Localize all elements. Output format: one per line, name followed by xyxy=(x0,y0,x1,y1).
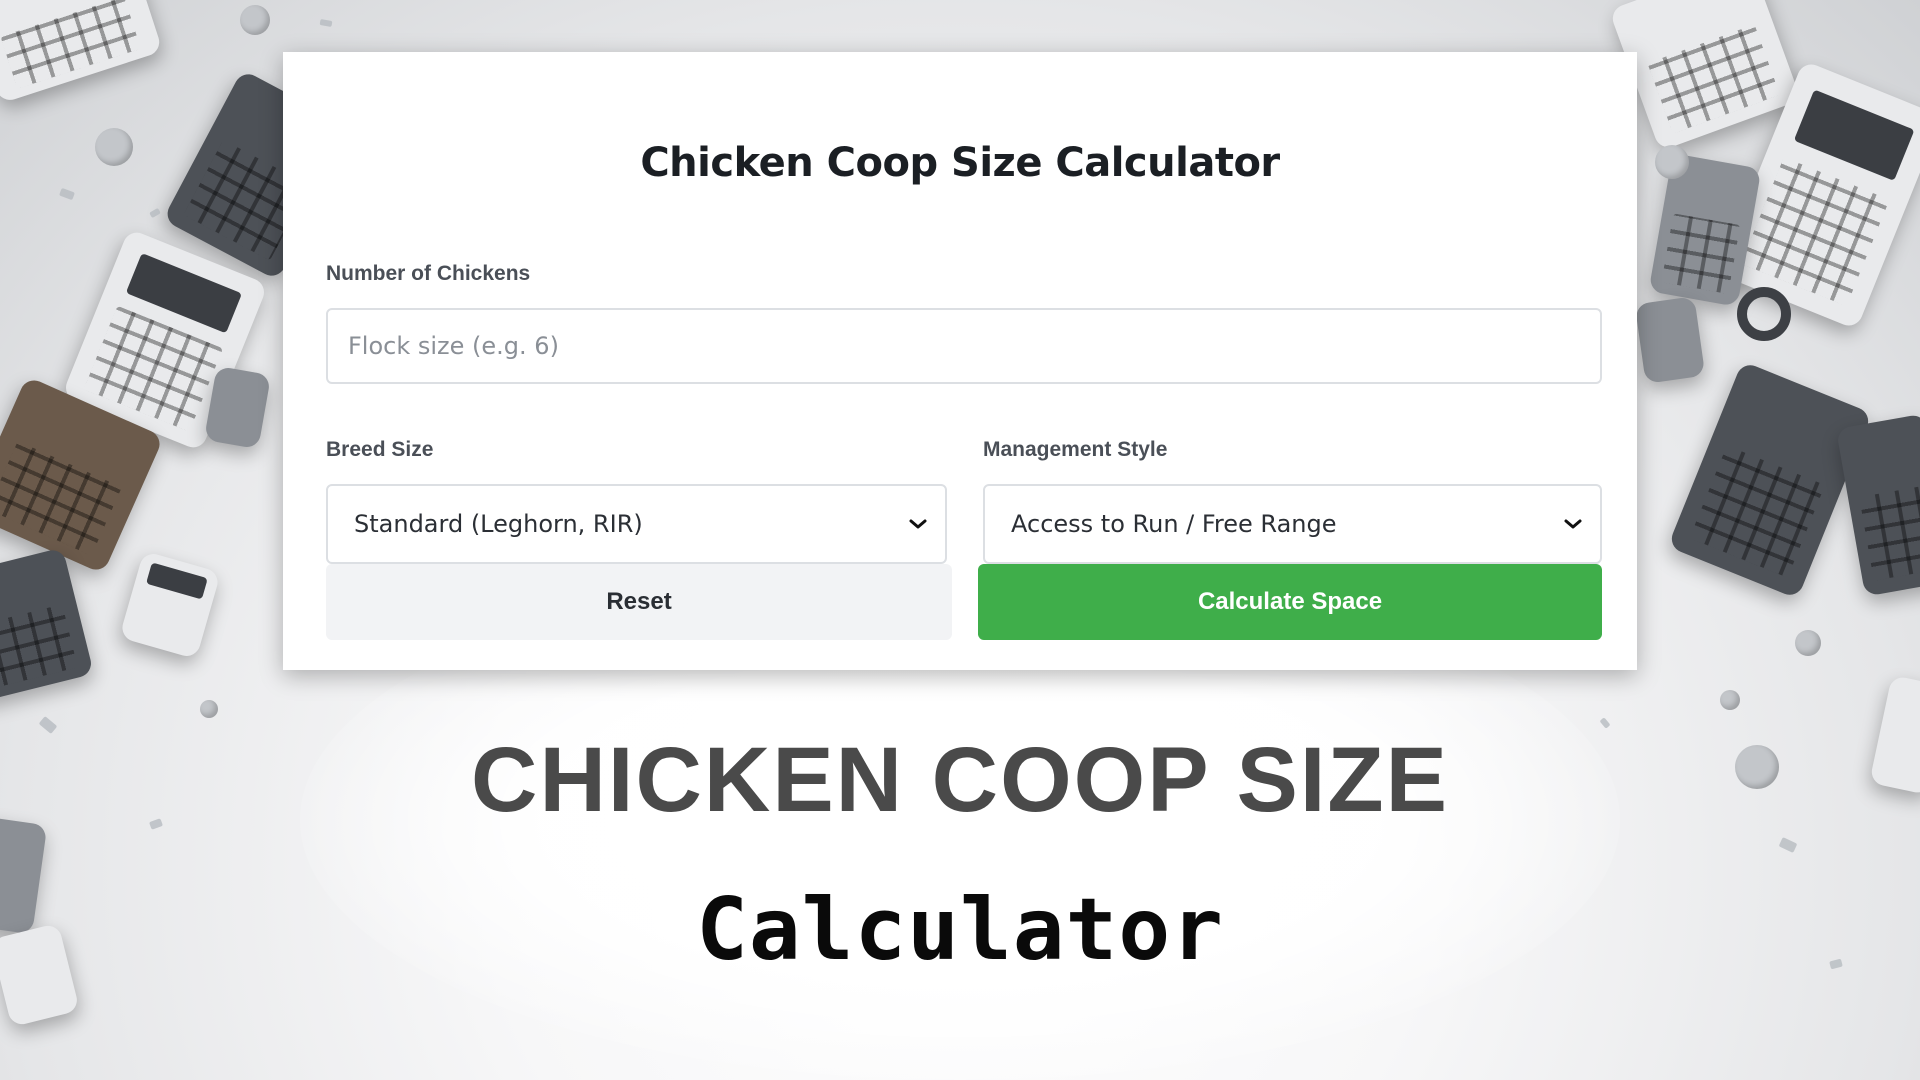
calculator-illustration xyxy=(119,550,221,660)
management-style-label: Management Style xyxy=(983,438,1168,461)
sphere-ornament xyxy=(200,700,218,718)
chevron-down-icon xyxy=(1564,519,1582,529)
calculator-illustration xyxy=(1634,296,1706,384)
calculator-illustration xyxy=(0,547,94,703)
sphere-ornament xyxy=(1655,145,1689,179)
calculator-illustration xyxy=(1667,361,1873,599)
confetti-piece xyxy=(1778,837,1798,853)
reset-button[interactable]: Reset xyxy=(326,564,952,640)
breed-size-select[interactable]: Standard (Leghorn, RIR) xyxy=(326,484,947,564)
confetti-piece xyxy=(59,187,75,201)
breed-size-value: Standard (Leghorn, RIR) xyxy=(354,510,643,538)
calculator-card: Chicken Coop Size Calculator Number of C… xyxy=(283,52,1637,670)
calculate-space-button[interactable]: Calculate Space xyxy=(978,564,1602,640)
chevron-down-icon xyxy=(909,519,927,529)
calculator-illustration xyxy=(1835,413,1920,597)
confetti-piece xyxy=(149,207,161,219)
calculator-illustration xyxy=(1608,0,1802,152)
management-style-value: Access to Run / Free Range xyxy=(1011,510,1337,538)
calculator-title: Chicken Coop Size Calculator xyxy=(640,140,1280,186)
chickens-input[interactable] xyxy=(326,308,1602,384)
calculator-illustration xyxy=(203,365,272,450)
banner-subline: Calculator xyxy=(696,880,1224,980)
sphere-ornament xyxy=(95,128,133,166)
sphere-ornament xyxy=(1720,690,1740,710)
calculator-illustration xyxy=(0,0,163,104)
sphere-ornament xyxy=(240,5,270,35)
chickens-label: Number of Chickens xyxy=(326,262,531,285)
management-style-select[interactable]: Access to Run / Free Range xyxy=(983,484,1602,564)
banner-headline: CHICKEN COOP SIZE xyxy=(471,729,1449,831)
sphere-ornament xyxy=(1795,630,1821,656)
breed-size-label: Breed Size xyxy=(326,438,434,461)
confetti-piece xyxy=(319,19,333,27)
ring-ornament xyxy=(1737,287,1791,341)
